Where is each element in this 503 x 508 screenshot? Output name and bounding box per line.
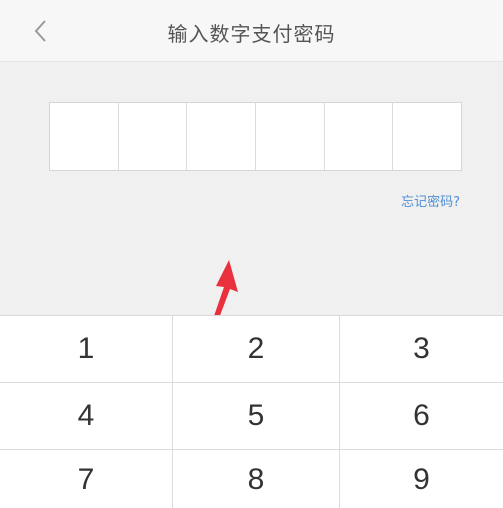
keypad-divider [172,316,173,508]
key-4[interactable]: 4 [0,383,172,449]
header-bar: 输入数字支付密码 [0,0,503,62]
key-3[interactable]: 3 [340,316,503,382]
page-title: 输入数字支付密码 [167,22,336,46]
password-digit-cell[interactable] [393,103,461,170]
password-input[interactable] [49,102,462,171]
password-digit-cell[interactable] [256,103,325,170]
key-9[interactable]: 9 [340,450,503,508]
keypad-divider [0,449,503,450]
key-6[interactable]: 6 [340,383,503,449]
password-digit-cell[interactable] [50,103,119,170]
password-digit-cell[interactable] [325,103,394,170]
key-2[interactable]: 2 [173,316,339,382]
keypad-divider [0,382,503,383]
key-7[interactable]: 7 [0,450,172,508]
key-5[interactable]: 5 [173,383,339,449]
numeric-keypad: 1 2 3 4 5 6 7 8 9 [0,315,503,508]
password-section: 忘记密码? [0,62,503,350]
key-1[interactable]: 1 [0,316,172,382]
key-8[interactable]: 8 [173,450,339,508]
keypad-divider [339,316,340,508]
password-digit-cell[interactable] [187,103,257,170]
forgot-password-link[interactable]: 忘记密码? [401,191,460,210]
password-digit-cell[interactable] [119,103,188,170]
